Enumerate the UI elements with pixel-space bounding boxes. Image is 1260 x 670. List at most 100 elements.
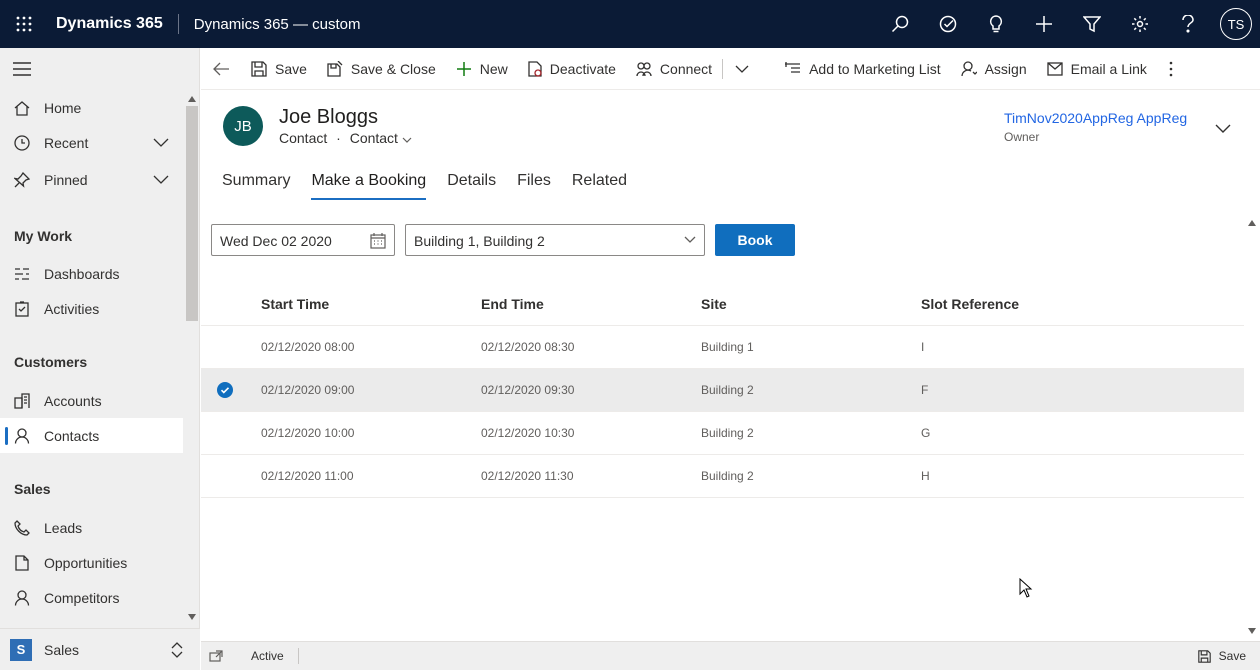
save-icon bbox=[1197, 649, 1211, 663]
sidebar-item-label: Leads bbox=[44, 519, 83, 536]
slots-grid: Start Time End Time Site Slot Reference … bbox=[201, 282, 1244, 498]
table-row[interactable]: 02/12/2020 08:00 02/12/2020 08:30 Buildi… bbox=[201, 326, 1244, 369]
filter-icon[interactable] bbox=[1068, 0, 1116, 48]
cell-site: Building 2 bbox=[701, 426, 754, 440]
column-header-slot-reference[interactable]: Slot Reference bbox=[921, 296, 1019, 312]
header-expand-chevron-icon[interactable] bbox=[1215, 124, 1231, 134]
save-button[interactable]: Save bbox=[249, 48, 317, 90]
content-scrollbar[interactable] bbox=[1244, 214, 1260, 640]
sidebar-item-label: Contacts bbox=[44, 427, 100, 444]
area-label: Sales bbox=[44, 641, 80, 658]
connect-button[interactable]: Connect bbox=[626, 48, 722, 90]
sidebar-item-home[interactable]: Home bbox=[0, 90, 183, 125]
sidebar-item-leads[interactable]: Leads bbox=[0, 510, 183, 545]
separator-dot: · bbox=[336, 130, 341, 146]
sidebar-item-pinned[interactable]: Pinned bbox=[0, 162, 183, 197]
cell-slot-reference: H bbox=[921, 469, 930, 483]
sidebar-item-competitors[interactable]: Competitors bbox=[0, 580, 183, 615]
gear-icon[interactable] bbox=[1116, 0, 1164, 48]
sidebar-item-label: Opportunities bbox=[44, 554, 128, 571]
cell-start-time: 02/12/2020 09:00 bbox=[261, 383, 355, 397]
more-commands-icon[interactable] bbox=[1157, 48, 1193, 90]
clipboard-icon bbox=[0, 300, 44, 317]
divider bbox=[297, 648, 299, 664]
cell-site: Building 2 bbox=[701, 469, 754, 483]
sidebar-item-recent[interactable]: Recent bbox=[0, 125, 183, 160]
cell-slot-reference: I bbox=[921, 340, 925, 354]
sidebar-item-opportunities[interactable]: Opportunities bbox=[0, 545, 183, 580]
chevron-down-icon[interactable] bbox=[153, 171, 169, 187]
clock-icon bbox=[0, 134, 44, 151]
column-header-site[interactable]: Site bbox=[701, 296, 727, 312]
booking-panel: Wed Dec 02 2020 Building 1, Building 2 B… bbox=[201, 214, 1244, 640]
area-switcher[interactable]: S Sales bbox=[0, 628, 200, 670]
save-close-button[interactable]: Save & Close bbox=[317, 48, 446, 90]
site-select[interactable]: Building 1, Building 2 bbox=[405, 224, 705, 256]
sidebar-item-contacts[interactable]: Contacts bbox=[0, 418, 183, 453]
sidebar-item-label: Activities bbox=[44, 300, 100, 317]
checkmark-circle-icon[interactable] bbox=[217, 382, 233, 398]
cell-start-time: 02/12/2020 08:00 bbox=[261, 340, 355, 354]
document-icon bbox=[0, 554, 44, 571]
sidebar-item-label: Dashboards bbox=[44, 265, 120, 282]
sidebar-scrollbar-thumb[interactable] bbox=[186, 106, 198, 321]
table-row[interactable]: 02/12/2020 11:00 02/12/2020 11:30 Buildi… bbox=[201, 455, 1244, 498]
form-selector[interactable]: Contact bbox=[350, 130, 398, 146]
email-icon bbox=[1046, 61, 1063, 76]
tab-details[interactable]: Details bbox=[447, 172, 496, 200]
tab-related[interactable]: Related bbox=[572, 172, 627, 200]
record-name: Joe Bloggs bbox=[279, 106, 378, 128]
calendar-icon[interactable] bbox=[370, 233, 386, 249]
task-icon[interactable] bbox=[924, 0, 972, 48]
nav-group-heading: Customers bbox=[14, 354, 88, 370]
new-button[interactable]: New bbox=[446, 48, 518, 90]
email-link-button[interactable]: Email a Link bbox=[1037, 48, 1157, 90]
owner-link[interactable]: TimNov2020AppReg AppReg bbox=[1004, 110, 1187, 126]
open-in-new-window-icon[interactable] bbox=[209, 650, 223, 662]
new-label: New bbox=[479, 60, 508, 77]
footer-save-button[interactable]: Save bbox=[1197, 649, 1246, 663]
date-value: Wed Dec 02 2020 bbox=[220, 233, 332, 249]
help-icon[interactable] bbox=[1164, 0, 1212, 48]
dashboard-icon bbox=[0, 266, 44, 282]
nav-group-heading: Sales bbox=[14, 481, 51, 497]
app-name[interactable]: Dynamics 365 — custom bbox=[179, 16, 361, 33]
user-avatar[interactable]: TS bbox=[1220, 8, 1252, 40]
lightbulb-icon[interactable] bbox=[972, 0, 1020, 48]
save-close-icon bbox=[327, 60, 343, 77]
deactivate-icon bbox=[528, 60, 542, 77]
deactivate-button[interactable]: Deactivate bbox=[518, 48, 626, 90]
column-header-start-time[interactable]: Start Time bbox=[261, 296, 329, 312]
command-bar: Save Save & Close New Deactivate Connect… bbox=[201, 48, 1260, 90]
cell-start-time: 02/12/2020 11:00 bbox=[261, 469, 354, 483]
plus-icon[interactable] bbox=[1020, 0, 1068, 48]
chevron-down-icon[interactable] bbox=[153, 134, 169, 150]
sidebar-item-accounts[interactable]: Accounts bbox=[0, 383, 183, 418]
table-row[interactable]: 02/12/2020 10:00 02/12/2020 10:30 Buildi… bbox=[201, 412, 1244, 455]
brand-title[interactable]: Dynamics 365 bbox=[48, 15, 178, 33]
back-button[interactable] bbox=[201, 48, 249, 90]
save-label: Save bbox=[275, 60, 307, 77]
hamburger-icon[interactable] bbox=[0, 48, 199, 90]
add-to-marketing-list-button[interactable]: Add to Marketing List bbox=[775, 48, 951, 90]
search-icon[interactable] bbox=[876, 0, 924, 48]
sidebar-item-dashboards[interactable]: Dashboards bbox=[0, 256, 183, 291]
chevron-down-icon[interactable] bbox=[402, 137, 412, 143]
sidebar-item-label: Recent bbox=[44, 134, 89, 151]
add-marketing-label: Add to Marketing List bbox=[809, 60, 941, 77]
tab-summary[interactable]: Summary bbox=[222, 172, 290, 200]
more-dropdown-button[interactable] bbox=[723, 48, 775, 90]
tab-files[interactable]: Files bbox=[517, 172, 551, 200]
assign-button[interactable]: Assign bbox=[951, 48, 1037, 90]
column-header-end-time[interactable]: End Time bbox=[481, 296, 544, 312]
status-footer: Active Save bbox=[201, 641, 1260, 670]
person-icon bbox=[0, 427, 44, 444]
home-icon bbox=[0, 100, 44, 116]
book-button[interactable]: Book bbox=[715, 224, 795, 256]
tab-make-a-booking[interactable]: Make a Booking bbox=[311, 172, 426, 200]
app-launcher-icon[interactable] bbox=[0, 0, 48, 48]
mouse-cursor-icon bbox=[1019, 578, 1033, 598]
date-field[interactable]: Wed Dec 02 2020 bbox=[211, 224, 395, 256]
table-row[interactable]: 02/12/2020 09:00 02/12/2020 09:30 Buildi… bbox=[201, 369, 1244, 412]
sidebar-item-activities[interactable]: Activities bbox=[0, 291, 183, 326]
